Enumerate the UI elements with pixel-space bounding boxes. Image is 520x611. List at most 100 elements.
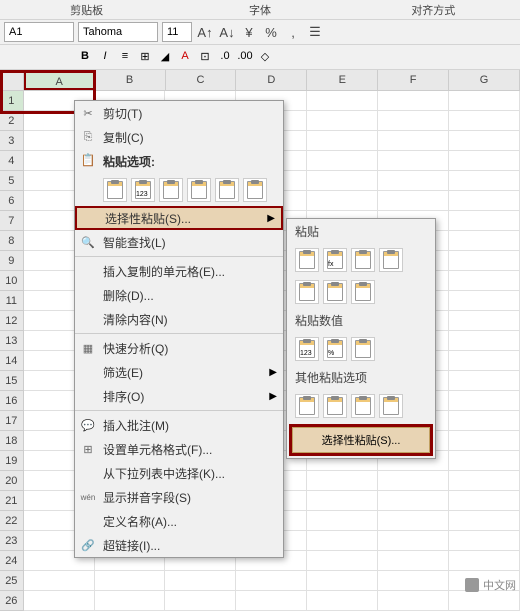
cell-D25[interactable] xyxy=(236,571,307,591)
submenu-paste-keep-source[interactable] xyxy=(379,248,403,272)
col-header-D[interactable]: D xyxy=(236,70,307,90)
row-header-10[interactable]: 10 xyxy=(0,271,24,291)
cell-F3[interactable] xyxy=(378,131,449,151)
cell-G8[interactable] xyxy=(449,231,520,251)
cell-G6[interactable] xyxy=(449,191,520,211)
row-header-26[interactable]: 26 xyxy=(0,591,24,611)
row-header-19[interactable]: 19 xyxy=(0,451,24,471)
row-header-23[interactable]: 23 xyxy=(0,531,24,551)
submenu-paste-link[interactable] xyxy=(323,394,347,418)
cell-G20[interactable] xyxy=(449,471,520,491)
col-header-B[interactable]: B xyxy=(95,70,166,90)
comma-icon[interactable]: , xyxy=(284,23,302,41)
cell-G11[interactable] xyxy=(449,291,520,311)
paste-formatting-icon[interactable] xyxy=(215,178,239,202)
bold-icon[interactable]: B xyxy=(76,47,94,65)
menu-insert-copied[interactable]: 插入复制的单元格(E)... xyxy=(75,259,283,283)
cell-E22[interactable] xyxy=(307,511,378,531)
cell-E23[interactable] xyxy=(307,531,378,551)
menu-pick-from-list[interactable]: 从下拉列表中选择(K)... xyxy=(75,461,283,485)
cell-G3[interactable] xyxy=(449,131,520,151)
wrap-text-icon[interactable]: ☰ xyxy=(306,23,324,41)
cell-E2[interactable] xyxy=(307,111,378,131)
row-header-8[interactable]: 8 xyxy=(0,231,24,251)
borders-icon[interactable]: ⊞ xyxy=(136,47,154,65)
row-header-1[interactable]: 1 xyxy=(0,91,24,111)
cell-E6[interactable] xyxy=(307,191,378,211)
cell-G10[interactable] xyxy=(449,271,520,291)
row-header-11[interactable]: 11 xyxy=(0,291,24,311)
row-header-18[interactable]: 18 xyxy=(0,431,24,451)
cell-E21[interactable] xyxy=(307,491,378,511)
paste-link-icon[interactable] xyxy=(243,178,267,202)
cell-F21[interactable] xyxy=(378,491,449,511)
cell-G21[interactable] xyxy=(449,491,520,511)
col-header-G[interactable]: G xyxy=(449,70,520,90)
cell-E25[interactable] xyxy=(307,571,378,591)
submenu-paste-no-border[interactable] xyxy=(295,280,319,304)
menu-clear[interactable]: 清除内容(N) xyxy=(75,307,283,331)
submenu-paste-formatting[interactable] xyxy=(295,394,319,418)
percent-icon[interactable]: % xyxy=(262,23,280,41)
row-header-17[interactable]: 17 xyxy=(0,411,24,431)
font-size-select[interactable] xyxy=(162,22,192,42)
submenu-paste-all[interactable] xyxy=(295,248,319,272)
menu-paste-special[interactable]: 选择性粘贴(S)... ▶ xyxy=(75,206,283,230)
cell-G23[interactable] xyxy=(449,531,520,551)
cell-C26[interactable] xyxy=(165,591,236,611)
row-header-21[interactable]: 21 xyxy=(0,491,24,511)
menu-copy[interactable]: ⎘ 复制(C) xyxy=(75,125,283,149)
cell-D26[interactable] xyxy=(236,591,307,611)
col-header-E[interactable]: E xyxy=(307,70,378,90)
increase-font-icon[interactable]: A↑ xyxy=(196,23,214,41)
paste-formulas-icon[interactable] xyxy=(159,178,183,202)
cell-A26[interactable] xyxy=(24,591,95,611)
submenu-paste-transpose[interactable] xyxy=(351,280,375,304)
align-left-icon[interactable]: ≡ xyxy=(116,47,134,65)
menu-delete[interactable]: 删除(D)... xyxy=(75,283,283,307)
row-header-24[interactable]: 24 xyxy=(0,551,24,571)
submenu-paste-fx[interactable]: fx xyxy=(323,248,347,272)
cell-F25[interactable] xyxy=(378,571,449,591)
row-header-6[interactable]: 6 xyxy=(0,191,24,211)
row-header-14[interactable]: 14 xyxy=(0,351,24,371)
cell-G7[interactable] xyxy=(449,211,520,231)
menu-insert-comment[interactable]: 💬 插入批注(M) xyxy=(75,413,283,437)
clear-format-icon[interactable]: ◇ xyxy=(256,47,274,65)
row-header-3[interactable]: 3 xyxy=(0,131,24,151)
cell-F4[interactable] xyxy=(378,151,449,171)
paste-all-icon[interactable] xyxy=(103,178,127,202)
cell-F24[interactable] xyxy=(378,551,449,571)
select-all-corner[interactable] xyxy=(0,70,24,90)
font-name-select[interactable] xyxy=(78,22,158,42)
submenu-paste-values-fmt[interactable] xyxy=(351,337,375,361)
row-header-2[interactable]: 2 xyxy=(0,111,24,131)
cell-E20[interactable] xyxy=(307,471,378,491)
cell-G18[interactable] xyxy=(449,431,520,451)
cell-G9[interactable] xyxy=(449,251,520,271)
submenu-paste-picture[interactable] xyxy=(351,394,375,418)
cell-C25[interactable] xyxy=(165,571,236,591)
decrease-font-icon[interactable]: A↓ xyxy=(218,23,236,41)
cell-G5[interactable] xyxy=(449,171,520,191)
menu-define-name[interactable]: 定义名称(A)... xyxy=(75,509,283,533)
col-header-F[interactable]: F xyxy=(378,70,449,90)
cell-G16[interactable] xyxy=(449,391,520,411)
cell-G4[interactable] xyxy=(449,151,520,171)
menu-filter[interactable]: 筛选(E) ▶ xyxy=(75,360,283,384)
cell-G19[interactable] xyxy=(449,451,520,471)
cell-G15[interactable] xyxy=(449,371,520,391)
menu-sort[interactable]: 排序(O) ▶ xyxy=(75,384,283,408)
col-header-A[interactable]: A xyxy=(24,70,95,90)
menu-hyperlink[interactable]: 🔗 超链接(I)... xyxy=(75,533,283,557)
row-header-4[interactable]: 4 xyxy=(0,151,24,171)
cell-F2[interactable] xyxy=(378,111,449,131)
row-header-20[interactable]: 20 xyxy=(0,471,24,491)
italic-icon[interactable]: I xyxy=(96,47,114,65)
cell-E4[interactable] xyxy=(307,151,378,171)
submenu-paste-values-num[interactable]: % xyxy=(323,337,347,361)
menu-format-cells[interactable]: ⊞ 设置单元格格式(F)... xyxy=(75,437,283,461)
currency-icon[interactable]: ¥ xyxy=(240,23,258,41)
menu-show-phonetic[interactable]: wén 显示拼音字段(S) xyxy=(75,485,283,509)
cell-E1[interactable] xyxy=(307,91,378,111)
